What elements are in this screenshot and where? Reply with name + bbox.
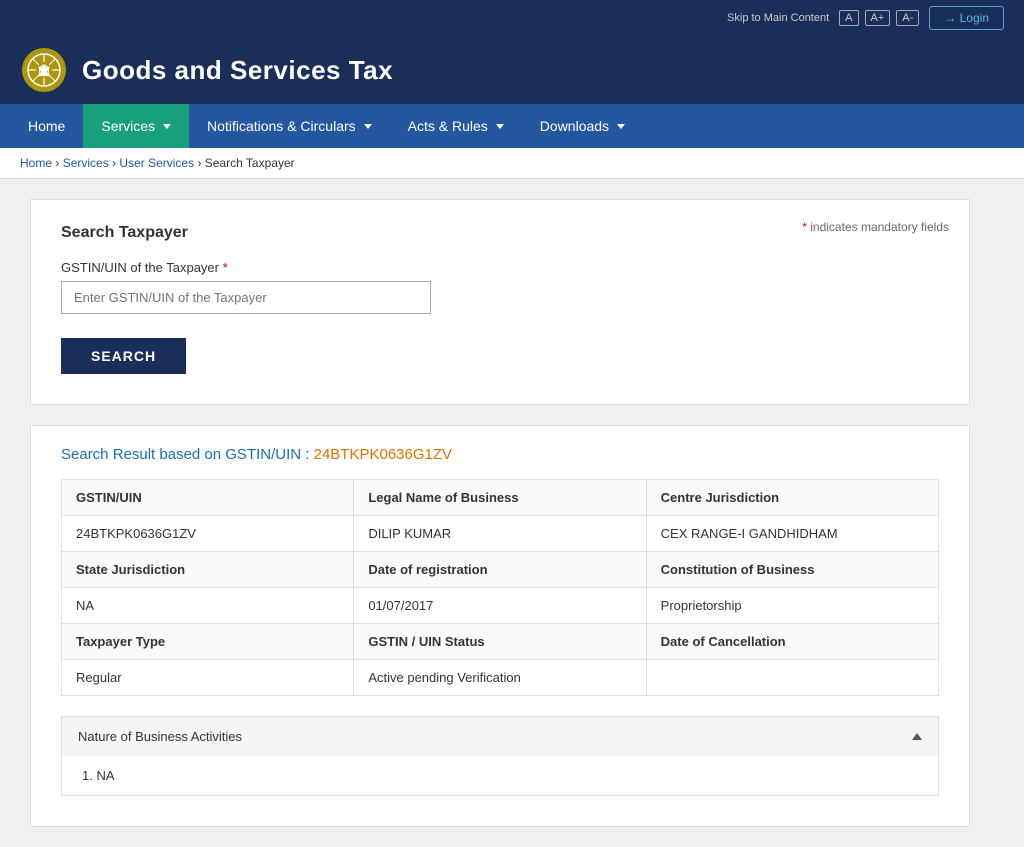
- downloads-dropdown-icon: [617, 124, 625, 129]
- accordion-header[interactable]: Nature of Business Activities: [62, 717, 938, 756]
- table-row: Taxpayer Type GSTIN / UIN Status Date of…: [62, 624, 939, 660]
- table-row: State Jurisdiction Date of registration …: [62, 552, 939, 588]
- nav-item-services[interactable]: Services: [83, 104, 189, 148]
- font-normal-button[interactable]: A: [839, 10, 858, 26]
- nav-home-label: Home: [28, 118, 65, 134]
- login-button[interactable]: → Login: [929, 6, 1004, 30]
- mandatory-note: * indicates mandatory fields: [802, 220, 949, 234]
- top-bar-links: Skip to Main Content A A+ A- → Login: [727, 6, 1004, 30]
- accordion-body: 1. NA: [62, 756, 938, 795]
- col-gstin-header: GSTIN/UIN: [62, 480, 354, 516]
- notifications-dropdown-icon: [364, 124, 372, 129]
- col-centre-jurisdiction-value: CEX RANGE-I GANDHIDHAM: [646, 516, 938, 552]
- table-row: NA 01/07/2017 Proprietorship: [62, 588, 939, 624]
- table-row: GSTIN/UIN Legal Name of Business Centre …: [62, 480, 939, 516]
- nav-item-downloads[interactable]: Downloads: [522, 104, 643, 148]
- col-constitution-header: Constitution of Business: [646, 552, 938, 588]
- nav-downloads-label: Downloads: [540, 118, 609, 134]
- accordion-title: Nature of Business Activities: [78, 729, 242, 744]
- search-button[interactable]: SEARCH: [61, 338, 186, 374]
- nav-services-label: Services: [101, 118, 155, 134]
- top-bar: Skip to Main Content A A+ A- → Login: [0, 0, 1024, 36]
- breadcrumb-user-services[interactable]: User Services: [119, 156, 194, 170]
- login-icon: →: [944, 11, 956, 25]
- services-dropdown-icon: [163, 124, 171, 129]
- col-gstin-value: 24BTKPK0636G1ZV: [62, 516, 354, 552]
- search-result-section: Search Result based on GSTIN/UIN : 24BTK…: [30, 425, 970, 827]
- skip-to-main-link[interactable]: Skip to Main Content: [727, 12, 829, 24]
- main-content: * indicates mandatory fields Search Taxp…: [0, 179, 1000, 847]
- col-gstin-status-header: GSTIN / UIN Status: [354, 624, 646, 660]
- nav-notifications-label: Notifications & Circulars: [207, 118, 356, 134]
- col-legal-name-header: Legal Name of Business: [354, 480, 646, 516]
- nature-of-business-accordion: Nature of Business Activities 1. NA: [61, 716, 939, 796]
- breadcrumb-home[interactable]: Home: [20, 156, 52, 170]
- font-decrease-button[interactable]: A-: [896, 10, 919, 26]
- acts-dropdown-icon: [496, 124, 504, 129]
- nav-item-notifications[interactable]: Notifications & Circulars: [189, 104, 390, 148]
- site-header: 🏛 Goods and Services Tax: [0, 36, 1024, 104]
- mandatory-star: *: [802, 220, 807, 234]
- breadcrumb: Home › Services › User Services › Search…: [0, 148, 1024, 179]
- main-navbar: Home Services Notifications & Circulars …: [0, 104, 1024, 148]
- nav-item-home[interactable]: Home: [10, 104, 83, 148]
- col-centre-jurisdiction-header: Centre Jurisdiction: [646, 480, 938, 516]
- col-date-registration-header: Date of registration: [354, 552, 646, 588]
- result-title: Search Result based on GSTIN/UIN : 24BTK…: [61, 446, 939, 463]
- site-title: Goods and Services Tax: [82, 55, 393, 86]
- col-taxpayer-type-header: Taxpayer Type: [62, 624, 354, 660]
- breadcrumb-services[interactable]: Services: [63, 156, 109, 170]
- search-form-section: * indicates mandatory fields Search Taxp…: [30, 199, 970, 405]
- breadcrumb-current: Search Taxpayer: [205, 156, 295, 170]
- gstin-input[interactable]: [61, 281, 431, 314]
- col-state-jurisdiction-value: NA: [62, 588, 354, 624]
- col-cancellation-header: Date of Cancellation: [646, 624, 938, 660]
- col-state-jurisdiction-header: State Jurisdiction: [62, 552, 354, 588]
- list-item: 1. NA: [82, 768, 918, 783]
- ashoka-emblem-icon: 🏛: [20, 46, 68, 94]
- gstin-field-label: GSTIN/UIN of the Taxpayer *: [61, 260, 939, 275]
- font-increase-button[interactable]: A+: [865, 10, 891, 26]
- col-date-registration-value: 01/07/2017: [354, 588, 646, 624]
- col-taxpayer-type-value: Regular: [62, 660, 354, 696]
- nav-acts-label: Acts & Rules: [408, 118, 488, 134]
- col-gstin-status-value: Active pending Verification: [354, 660, 646, 696]
- accordion-chevron-up-icon: [912, 733, 922, 740]
- nav-item-acts[interactable]: Acts & Rules: [390, 104, 522, 148]
- table-row: Regular Active pending Verification: [62, 660, 939, 696]
- col-legal-name-value: DILIP KUMAR: [354, 516, 646, 552]
- site-logo: 🏛: [20, 46, 68, 94]
- col-constitution-value: Proprietorship: [646, 588, 938, 624]
- col-cancellation-value: [646, 660, 938, 696]
- result-gstin-value: 24BTKPK0636G1ZV: [314, 446, 452, 463]
- gstin-required-star: *: [223, 260, 228, 275]
- font-size-controls: A A+ A-: [839, 10, 919, 26]
- result-table: GSTIN/UIN Legal Name of Business Centre …: [61, 479, 939, 696]
- table-row: 24BTKPK0636G1ZV DILIP KUMAR CEX RANGE-I …: [62, 516, 939, 552]
